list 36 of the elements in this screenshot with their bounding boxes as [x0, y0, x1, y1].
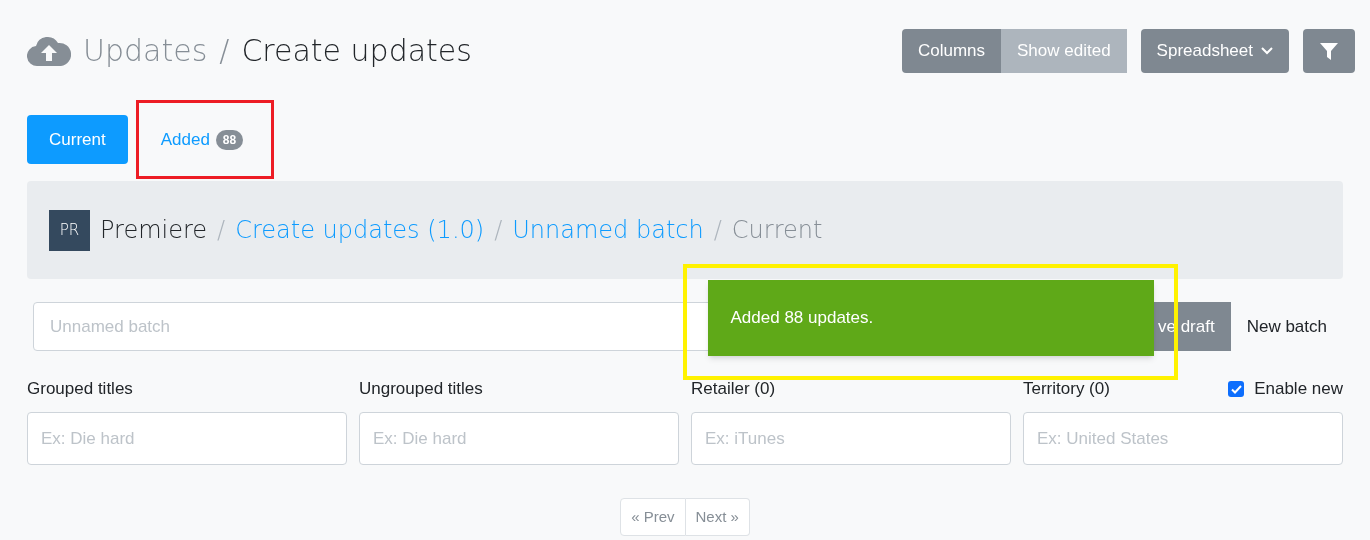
- prev-page-button[interactable]: « Prev: [620, 498, 686, 536]
- chevron-down-icon: [1261, 46, 1273, 55]
- enable-new-checkbox[interactable]: [1228, 381, 1245, 397]
- filter-field[interactable]: Ex: Die hard: [27, 412, 347, 465]
- filter-field[interactable]: Ex: Die hard: [359, 412, 679, 465]
- breadcrumb-link[interactable]: Unnamed batch: [512, 212, 704, 248]
- columns-button[interactable]: Columns: [901, 28, 1001, 73]
- filter-label: Grouped titles: [27, 378, 133, 401]
- breadcrumb-link[interactable]: Create updates (1.0): [235, 212, 485, 248]
- filter-field[interactable]: Ex: iTunes: [691, 412, 1011, 465]
- new-batch-button[interactable]: New batch: [1230, 302, 1343, 351]
- tab[interactable]: Added 88: [138, 115, 266, 164]
- check-icon: [1230, 384, 1242, 394]
- filter-label: Territory (0): [1023, 378, 1110, 401]
- section-title: Updates: [83, 32, 208, 70]
- filter-icon: [1319, 40, 1339, 61]
- page-title: Create updates: [241, 32, 472, 70]
- count-badge: 88: [215, 129, 244, 150]
- filter-field[interactable]: Ex: United States: [1023, 412, 1343, 465]
- filter-label: Ungrouped titles: [359, 378, 483, 401]
- show-edited-button[interactable]: Show edited: [1001, 28, 1127, 73]
- avatar: PR: [49, 209, 90, 251]
- tab[interactable]: Current: [27, 115, 128, 164]
- cloud-upload-icon: [27, 34, 71, 67]
- enable-new-label: Enable new: [1254, 378, 1343, 401]
- filter-button[interactable]: [1303, 28, 1355, 73]
- breadcrumb-separator: /: [494, 215, 503, 246]
- breadcrumb-root: Premiere: [100, 215, 208, 246]
- title-separator: /: [219, 32, 230, 70]
- breadcrumb-current: Current: [731, 215, 823, 246]
- next-page-button[interactable]: Next »: [685, 498, 750, 536]
- toast-message: Added 88 updates.: [730, 307, 874, 330]
- breadcrumb-separator: /: [217, 215, 226, 246]
- filter-label: Retailer (0): [691, 378, 776, 401]
- breadcrumb-separator: /: [713, 215, 722, 246]
- spreadsheet-dropdown[interactable]: Spreadsheet: [1140, 28, 1289, 73]
